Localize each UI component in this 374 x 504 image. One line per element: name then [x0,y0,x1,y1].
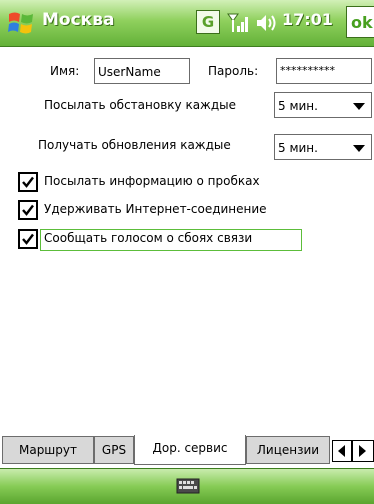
window-title: Москва [42,10,115,30]
tab-scroll-right-button[interactable] [352,440,374,462]
tab-route[interactable]: Маршрут [2,436,94,464]
receive-interval-value: 5 мин. [278,141,318,155]
chevron-left-icon [338,445,345,457]
username-input[interactable]: UserName [94,58,190,84]
checkmark-icon [22,176,34,188]
option-label: Посылать информацию о пробках [44,174,260,188]
tab-gps[interactable]: GPS [94,436,134,464]
send-interval-value: 5 мин. [278,99,318,113]
password-input[interactable]: ********** [276,58,372,84]
tab-licenses[interactable]: Лицензии [246,436,330,464]
checkbox[interactable] [18,200,38,220]
tab-scroll-left-button[interactable] [332,440,352,462]
volume-icon[interactable] [254,12,280,34]
keyboard-icon[interactable] [176,476,200,496]
gprs-status-icon[interactable]: G [196,10,220,34]
send-interval-label: Посылать обстановку каждые [44,98,237,112]
option-label: Сообщать голосом о сбоях связи [44,231,253,245]
chevron-right-icon [359,445,366,457]
windows-start-icon[interactable] [6,8,36,38]
password-label: Пароль: [208,64,259,78]
checkbox[interactable] [18,229,38,249]
signal-icon[interactable] [226,10,250,36]
chevron-down-icon[interactable] [353,103,365,110]
receive-interval-label: Получать обновления каждые [38,138,231,152]
checkmark-icon [22,233,34,245]
option-label: Удерживать Интернет-соединение [44,202,267,216]
checkmark-icon [22,204,34,216]
username-label: Имя: [50,64,80,78]
tab-road-service[interactable]: Дор. сервис [134,435,246,465]
ok-button[interactable]: ok [346,6,374,38]
checkbox[interactable] [18,172,38,192]
chevron-down-icon[interactable] [353,145,365,152]
receive-interval-select[interactable]: 5 мин. [274,134,372,160]
send-interval-select[interactable]: 5 мин. [274,92,372,118]
clock[interactable]: 17:01 [282,10,333,29]
